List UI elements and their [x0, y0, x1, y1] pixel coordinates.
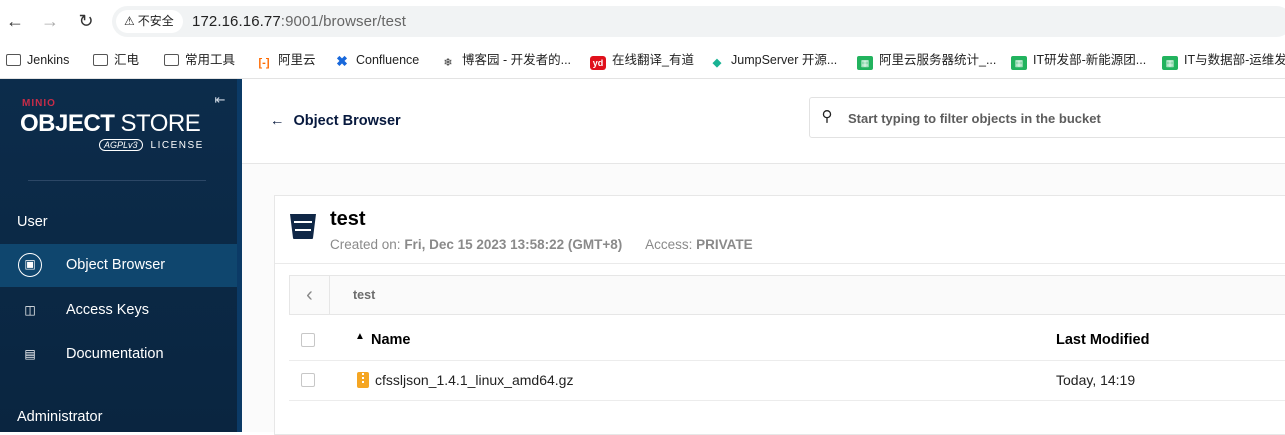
sidebar-item-access-keys[interactable]: ◫ Access Keys — [0, 289, 237, 332]
bookmark-aliyun[interactable]: [-] 阿里云 — [256, 51, 316, 69]
zip-file-icon — [357, 372, 369, 388]
access-keys-icon: ◫ — [24, 303, 36, 317]
bookmark-label: 常用工具 — [185, 53, 236, 67]
search-icon: ⚲ — [821, 108, 833, 125]
bookmark-tools[interactable]: 常用工具 — [164, 51, 235, 69]
license-label: LICENSE — [150, 140, 204, 151]
search-input[interactable] — [846, 98, 1285, 139]
bookmark-cnblogs[interactable]: ❄ 博客园 - 开发者的... — [440, 51, 571, 69]
bookmark-label: JumpServer 开源... — [731, 53, 838, 67]
panel-divider — [275, 263, 1285, 264]
bookmark-label: 阿里云服务器统计_... — [879, 53, 997, 67]
cnblogs-icon: ❄ — [443, 57, 453, 69]
breadcrumb-path[interactable]: test — [353, 288, 375, 302]
object-store-logo: OBJECT STORE — [20, 110, 201, 138]
page-header: ← Object Browser ⚲ — [242, 79, 1285, 164]
back-arrow-icon[interactable]: ← — [3, 9, 27, 33]
back-arrow-icon: ← — [270, 113, 285, 129]
bookmark-label: IT研发部-新能源团... — [1033, 53, 1147, 67]
youdao-icon: yd — [590, 56, 606, 70]
bookmark-label: IT与数据部-运维发 — [1184, 53, 1285, 67]
bucket-title: test — [330, 208, 366, 230]
bookmarks-bar: Jenkins 汇电 常用工具 [-] 阿里云 ✖ Confluence ❄ 博客园 … — [0, 42, 1285, 79]
bookmark-it-rd[interactable]: ▦ IT研发部-新能源团... — [1011, 51, 1147, 70]
security-label: 不安全 — [137, 14, 174, 28]
jumpserver-icon: ◆ — [712, 57, 722, 69]
bookmark-label: 博客园 - 开发者的... — [462, 53, 572, 67]
file-last-modified: Today, 14:19 — [1056, 372, 1136, 388]
object-filter-search[interactable]: ⚲ — [809, 97, 1285, 139]
folder-icon — [164, 54, 179, 66]
bookmark-confluence[interactable]: ✖ Confluence — [334, 51, 419, 69]
chevron-left-icon[interactable]: ‹ — [290, 276, 330, 314]
minio-logo: MINIO — [22, 98, 56, 109]
license-badge: AGPLv3 LICENSE — [99, 139, 204, 151]
sidebar-item-documentation[interactable]: ▤ Documentation — [0, 333, 237, 376]
column-name[interactable]: Name — [371, 332, 411, 348]
confluence-icon: ✖ — [336, 53, 348, 69]
bookmark-youdao[interactable]: yd 在线翻译_有道 — [590, 51, 694, 70]
sidebar-item-label: Access Keys — [66, 302, 149, 318]
bookmark-label: 汇电 — [114, 53, 140, 67]
column-last-modified[interactable]: Last Modified — [1056, 332, 1149, 348]
back-to-object-browser[interactable]: ← Object Browser — [270, 113, 401, 129]
url-host: 172.16.16.77 — [192, 13, 281, 30]
documentation-icon: ▤ — [24, 347, 36, 361]
logo-title-light: STORE — [114, 110, 201, 137]
folder-icon — [6, 54, 21, 66]
sidebar-item-object-browser[interactable]: ▣ Object Browser — [0, 244, 237, 287]
section-user: User — [17, 214, 48, 230]
forward-arrow-icon[interactable]: → — [38, 9, 62, 33]
select-all-checkbox[interactable] — [301, 333, 315, 347]
security-chip[interactable]: ⚠ 不安全 — [116, 10, 183, 33]
logo-title-bold: OBJECT — [20, 110, 115, 137]
browser-toolbar: ← → ↻ ⚠ 不安全 172.16.16.77:9001/browser/tes… — [0, 0, 1285, 42]
agpl-badge: AGPLv3 — [99, 139, 143, 151]
bookmark-label: Jenkins — [27, 53, 70, 67]
bookmark-label: 阿里云 — [278, 53, 316, 67]
bucket-meta: Created on: Fri, Dec 15 2023 13:58:22 (G… — [330, 237, 753, 252]
collapse-sidebar-icon[interactable]: ⇤ — [212, 92, 228, 108]
bookmark-label: 在线翻译_有道 — [612, 53, 694, 67]
sidebar-item-label: Documentation — [66, 346, 164, 362]
bookmark-huidian[interactable]: 汇电 — [93, 51, 139, 69]
bookmark-jenkins[interactable]: Jenkins — [6, 51, 69, 69]
sheet-icon: ▦ — [1162, 56, 1178, 70]
address-bar[interactable]: ⚠ 不安全 172.16.16.77:9001/browser/test — [112, 6, 1285, 37]
created-label: Created on: — [330, 237, 401, 252]
warning-icon: ⚠ — [124, 14, 135, 28]
bookmark-jumpserver[interactable]: ◆ JumpServer 开源... — [709, 51, 838, 69]
table-header: ▲ Name Last Modified — [289, 320, 1285, 361]
aliyun-icon: [-] — [258, 57, 270, 69]
folder-icon — [93, 54, 108, 66]
access-label: Access: — [645, 237, 693, 252]
section-administrator: Administrator — [17, 409, 103, 425]
sidebar-divider — [28, 180, 206, 181]
bookmark-aliyun-stats[interactable]: ▦ 阿里云服务器统计_... — [857, 51, 997, 70]
url-text[interactable]: 172.16.16.77:9001/browser/test — [192, 6, 406, 37]
back-label: Object Browser — [293, 113, 401, 129]
row-checkbox[interactable] — [301, 373, 315, 387]
sidebar-item-label: Object Browser — [66, 257, 166, 273]
table-row[interactable]: cfssljson_1.4.1_linux_amd64.gz Today, 14… — [289, 360, 1285, 401]
sort-ascending-icon[interactable]: ▲ — [355, 331, 365, 342]
access-value: PRIVATE — [696, 237, 753, 252]
bookmark-label: Confluence — [356, 53, 420, 67]
url-path: :9001/browser/test — [280, 13, 406, 30]
file-name[interactable]: cfssljson_1.4.1_linux_amd64.gz — [375, 372, 573, 388]
bucket-icon — [290, 214, 316, 239]
bookmark-it-data[interactable]: ▦ IT与数据部-运维发 — [1162, 51, 1285, 70]
created-value: Fri, Dec 15 2023 13:58:22 (GMT+8) — [404, 237, 623, 252]
breadcrumb: ‹ test — [289, 275, 1285, 315]
object-browser-icon: ▣ — [18, 253, 42, 277]
sheet-icon: ▦ — [1011, 56, 1027, 70]
sheet-icon: ▦ — [857, 56, 873, 70]
reload-icon[interactable]: ↻ — [74, 9, 98, 33]
